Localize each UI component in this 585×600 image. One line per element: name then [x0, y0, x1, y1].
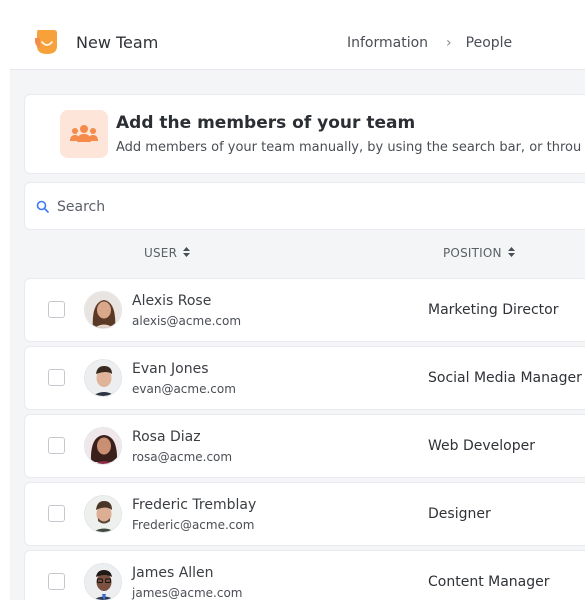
user-email: james@acme.com [132, 586, 243, 600]
search-bar [24, 182, 585, 230]
intro-card: Add the members of your team Add members… [24, 94, 585, 174]
user-email: evan@acme.com [132, 382, 236, 396]
team-icon [60, 110, 108, 158]
row-checkbox[interactable] [48, 505, 65, 522]
user-email: rosa@acme.com [132, 450, 233, 464]
user-position: Content Manager [428, 574, 550, 590]
user-position: Marketing Director [428, 302, 559, 318]
left-edge [0, 0, 10, 600]
column-header-user[interactable]: USER [144, 246, 191, 260]
intro-title: Add the members of your team [116, 113, 416, 133]
column-header-position[interactable]: POSITION [443, 246, 515, 260]
table-row[interactable]: Frederic Tremblay Frederic@acme.com Desi… [24, 482, 585, 546]
table-row[interactable]: Alexis Rose alexis@acme.com Marketing Di… [24, 278, 585, 342]
column-label-position: POSITION [443, 246, 502, 260]
search-icon [36, 199, 50, 218]
user-position: Social Media Manager [428, 370, 582, 386]
avatar [84, 563, 122, 600]
table-row[interactable]: Evan Jones evan@acme.com Social Media Ma… [24, 346, 585, 410]
row-checkbox[interactable] [48, 573, 65, 590]
breadcrumb-information[interactable]: Information [347, 35, 428, 51]
sort-icon[interactable] [507, 246, 515, 260]
user-name: Rosa Diaz [132, 429, 201, 445]
team-title: New Team [76, 33, 159, 52]
app-frame: New Team Information › People Add the me… [0, 0, 585, 600]
table-row[interactable]: Rosa Diaz rosa@acme.com Web Developer [24, 414, 585, 478]
breadcrumb: Information › People [347, 35, 512, 51]
column-label-user: USER [144, 246, 178, 260]
user-name: James Allen [132, 565, 214, 581]
intro-subtitle: Add members of your team manually, by us… [116, 140, 582, 155]
sort-icon[interactable] [183, 246, 191, 260]
avatar [84, 291, 122, 329]
table-row[interactable]: James Allen james@acme.com Content Manag… [24, 550, 585, 600]
user-position: Designer [428, 506, 491, 522]
user-email: Frederic@acme.com [132, 518, 255, 532]
user-name: Evan Jones [132, 361, 209, 377]
row-checkbox[interactable] [48, 369, 65, 386]
top-bar: New Team Information › People [10, 0, 585, 70]
user-name: Frederic Tremblay [132, 497, 257, 513]
row-checkbox[interactable] [48, 437, 65, 454]
avatar [84, 427, 122, 465]
search-input[interactable] [55, 195, 559, 219]
chevron-right-icon: › [446, 35, 452, 51]
breadcrumb-people[interactable]: People [466, 35, 513, 51]
logo-icon [34, 28, 58, 56]
user-email: alexis@acme.com [132, 314, 242, 328]
avatar [84, 359, 122, 397]
user-name: Alexis Rose [132, 293, 212, 309]
user-position: Web Developer [428, 438, 535, 454]
avatar [84, 495, 122, 533]
row-checkbox[interactable] [48, 301, 65, 318]
